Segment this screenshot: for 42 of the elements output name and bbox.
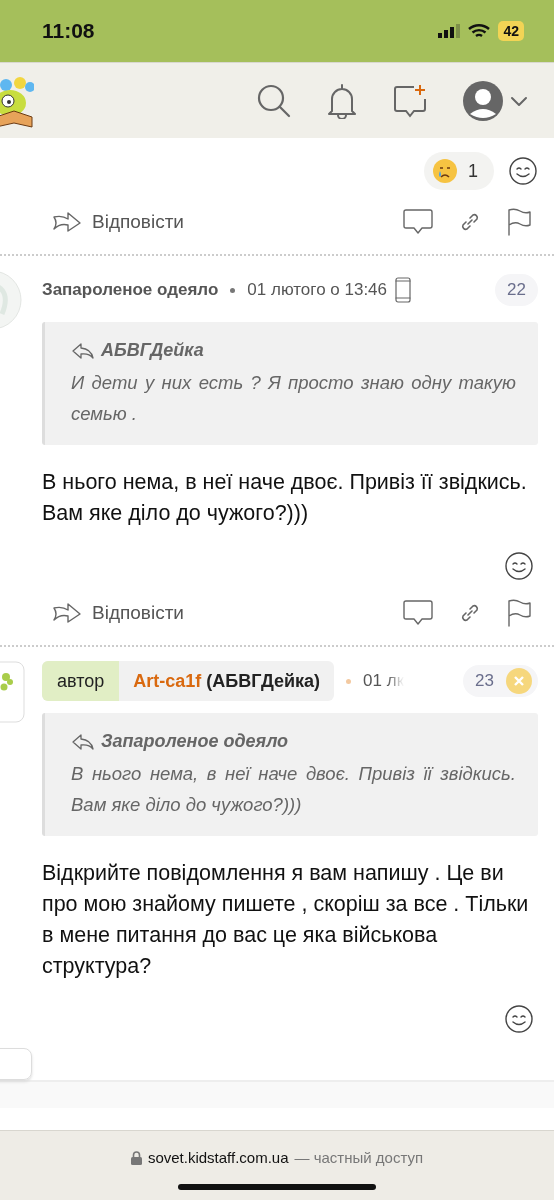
bell-icon[interactable] xyxy=(326,82,358,119)
search-icon[interactable] xyxy=(256,82,292,119)
signal-icon xyxy=(438,24,461,38)
smiley-icon[interactable] xyxy=(504,551,534,581)
lock-icon xyxy=(130,1150,142,1165)
battery-level: 42 xyxy=(498,21,524,41)
post-date[interactable]: 01 лютого о 13:46 xyxy=(247,280,388,300)
chevron-down-icon[interactable] xyxy=(510,94,528,107)
phone-icon xyxy=(395,277,412,303)
crying-face-icon xyxy=(432,158,458,184)
author-name[interactable]: Запароленое одеяло xyxy=(42,280,219,300)
post-text: Відкрийте повідомлення я вам напишу . Це ви про мою знайому пишете , скоріш за все . Тільки в мене питання до вас це яка військова структура? xyxy=(42,860,530,980)
quote-author: Запароленое одеяло xyxy=(101,731,289,752)
reply-arrow-icon xyxy=(71,341,95,360)
account-menu[interactable] xyxy=(462,79,528,122)
private-label: — частный доступ xyxy=(294,1149,424,1166)
reply-arrow-icon xyxy=(52,211,82,233)
comment-icon[interactable] xyxy=(402,599,434,627)
author-name[interactable]: Art-ca1f (АБВГДейка) xyxy=(119,661,335,701)
quote-text: И дети у них есть ? Я просто знаю одну такую семью . xyxy=(71,371,516,426)
comment-icon[interactable] xyxy=(402,208,434,236)
quote-text: В нього нема, в неї наче двоє. Привіз її звідкись. Вам яке діло до чужого?))) xyxy=(71,762,516,817)
author-badge: автор xyxy=(42,661,120,701)
reaction-pill[interactable]: 1 xyxy=(424,152,494,190)
reply-arrow-icon xyxy=(52,602,82,624)
quote-author: АБВГДейка xyxy=(101,340,204,361)
reply-arrow-icon xyxy=(71,732,95,751)
flag-icon[interactable] xyxy=(506,599,532,627)
post-text: В нього нема, в неї наче двоє. Привіз її звідкись. Вам яке діло до чужого?))) xyxy=(42,469,528,527)
post-date[interactable]: 01 лк xyxy=(363,671,405,691)
url-text[interactable]: sovet.kidstaff.com.ua xyxy=(147,1149,289,1166)
new-message-icon[interactable] xyxy=(392,82,428,119)
wifi-icon xyxy=(468,23,491,39)
reply-button[interactable]: Відповісти xyxy=(52,602,184,624)
post-number[interactable]: 22 xyxy=(495,274,538,306)
reply-button[interactable]: Відповісти xyxy=(52,211,184,233)
post-number[interactable]: 23 xyxy=(463,665,538,697)
status-time: 11:08 xyxy=(42,19,95,43)
smiley-icon[interactable] xyxy=(508,156,538,186)
smiley-icon[interactable] xyxy=(504,1004,534,1034)
flag-icon[interactable] xyxy=(506,208,532,236)
reaction-count: 1 xyxy=(468,160,478,182)
